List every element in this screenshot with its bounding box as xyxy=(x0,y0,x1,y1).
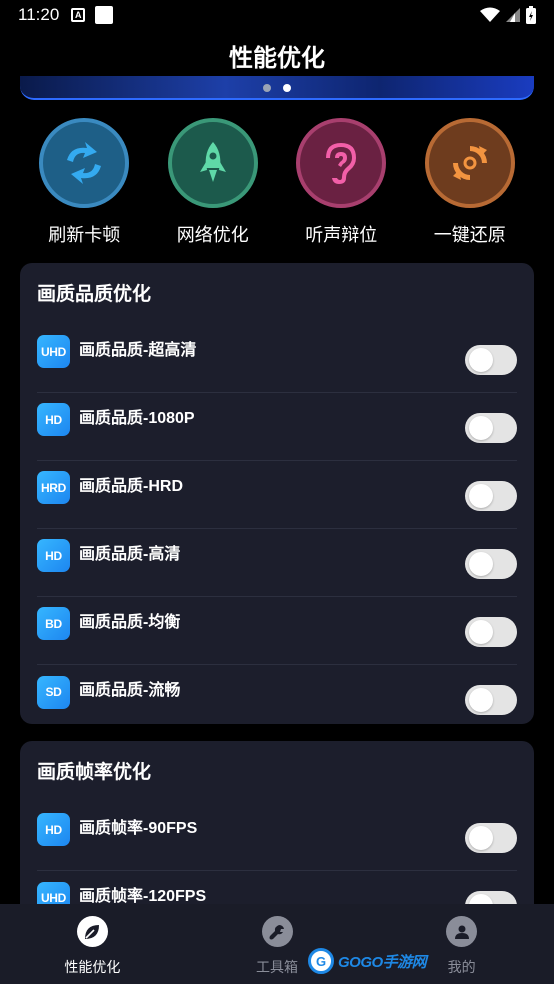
toggle-knob xyxy=(469,552,493,576)
quick-action-label: 听声辩位 xyxy=(305,225,378,245)
hd-badge-icon: HD xyxy=(37,403,70,436)
quick-action-label: 刷新卡顿 xyxy=(48,225,121,245)
list-item: SD 画质品质-流畅 xyxy=(37,665,517,733)
signal-icon xyxy=(506,8,520,22)
carousel-dots xyxy=(20,84,534,92)
list-item: HRD 画质品质-HRD xyxy=(37,461,517,529)
list-item: UHD 画质品质-超高清 xyxy=(37,325,517,393)
refresh-arrows-icon xyxy=(39,118,130,208)
quality-card: 画质品质优化 UHD 画质品质-超高清 HD 画质品质-1080P HRD 画质… xyxy=(20,263,534,724)
quick-action-network[interactable]: 网络优化 xyxy=(149,118,278,247)
battery-icon xyxy=(526,6,536,24)
carousel-dot[interactable] xyxy=(263,84,271,92)
card-title: 画质帧率优化 xyxy=(37,762,152,783)
item-label: 画质品质-HRD xyxy=(79,477,183,495)
banner-carousel[interactable] xyxy=(20,76,534,100)
quick-action-refresh[interactable]: 刷新卡顿 xyxy=(20,118,149,247)
hd-badge-icon: HD xyxy=(37,539,70,572)
rocket-icon xyxy=(167,118,258,208)
nav-label: 工具箱 xyxy=(256,959,298,975)
page-title: 性能优化 xyxy=(229,45,325,72)
nav-label: 性能优化 xyxy=(64,959,121,975)
toggle-knob xyxy=(469,688,493,712)
toggle-knob xyxy=(469,620,493,644)
watermark-text: GOGO手游网 xyxy=(338,953,427,971)
toggle-switch[interactable] xyxy=(465,481,517,511)
quick-action-label: 一键还原 xyxy=(433,225,506,245)
quick-action-label: 网络优化 xyxy=(176,225,249,245)
toggle-switch[interactable] xyxy=(465,549,517,579)
nav-item-performance[interactable]: 性能优化 xyxy=(0,904,185,984)
hd-badge-icon: HD xyxy=(37,813,70,846)
toggle-knob xyxy=(469,348,493,372)
status-time: 11:20 xyxy=(18,5,60,24)
item-label: 画质品质-高清 xyxy=(79,545,181,563)
item-label: 画质帧率-90FPS xyxy=(79,819,198,837)
user-icon xyxy=(446,916,478,947)
list-item: HD 画质品质-1080P xyxy=(37,393,517,461)
quick-action-sound[interactable]: 听声辩位 xyxy=(277,118,406,247)
toggle-knob xyxy=(469,826,493,850)
watermark-logo: G GOGO手游网 xyxy=(308,948,427,974)
quick-action-restore[interactable]: 一键还原 xyxy=(406,118,535,247)
sd-badge-icon: SD xyxy=(37,675,70,709)
bottom-nav: 性能优化 工具箱 我的 xyxy=(0,904,554,984)
toggle-switch[interactable] xyxy=(465,685,517,715)
bd-badge-icon: BD xyxy=(37,607,70,640)
toggle-switch[interactable] xyxy=(465,345,517,375)
item-label: 画质品质-均衡 xyxy=(79,613,181,631)
card-title: 画质品质优化 xyxy=(37,284,152,305)
nav-label: 我的 xyxy=(447,959,476,975)
list-item: HD 画质帧率-90FPS xyxy=(37,803,517,871)
watermark-circle-icon: G xyxy=(308,948,334,974)
quick-actions: 刷新卡顿 网络优化 听声辩位 一键还原 xyxy=(20,118,534,247)
toggle-knob xyxy=(469,416,493,440)
item-label: 画质品质-超高清 xyxy=(79,341,197,359)
leaf-icon xyxy=(76,916,108,947)
notification-square-icon xyxy=(95,6,114,24)
item-label: 画质品质-1080P xyxy=(79,409,195,427)
toggle-switch[interactable] xyxy=(465,413,517,443)
wrench-icon xyxy=(261,916,293,947)
status-bar: 11:20 A xyxy=(0,0,554,30)
toggle-knob xyxy=(469,484,493,508)
item-label: 画质帧率-120FPS xyxy=(79,888,207,905)
toggle-switch[interactable] xyxy=(465,823,517,853)
list-item: HD 画质品质-高清 xyxy=(37,529,517,597)
carousel-dot-active[interactable] xyxy=(283,84,291,92)
uhd-badge-icon: UHD xyxy=(37,335,70,368)
ear-icon xyxy=(296,118,387,208)
item-label: 画质品质-流畅 xyxy=(79,682,181,699)
list-item: BD 画质品质-均衡 xyxy=(37,597,517,665)
wifi-icon xyxy=(480,7,500,22)
status-right xyxy=(480,6,536,24)
toggle-switch[interactable] xyxy=(465,617,517,647)
hrd-badge-icon: HRD xyxy=(37,471,70,504)
notification-a-icon: A xyxy=(71,8,86,22)
restore-icon xyxy=(424,118,515,208)
